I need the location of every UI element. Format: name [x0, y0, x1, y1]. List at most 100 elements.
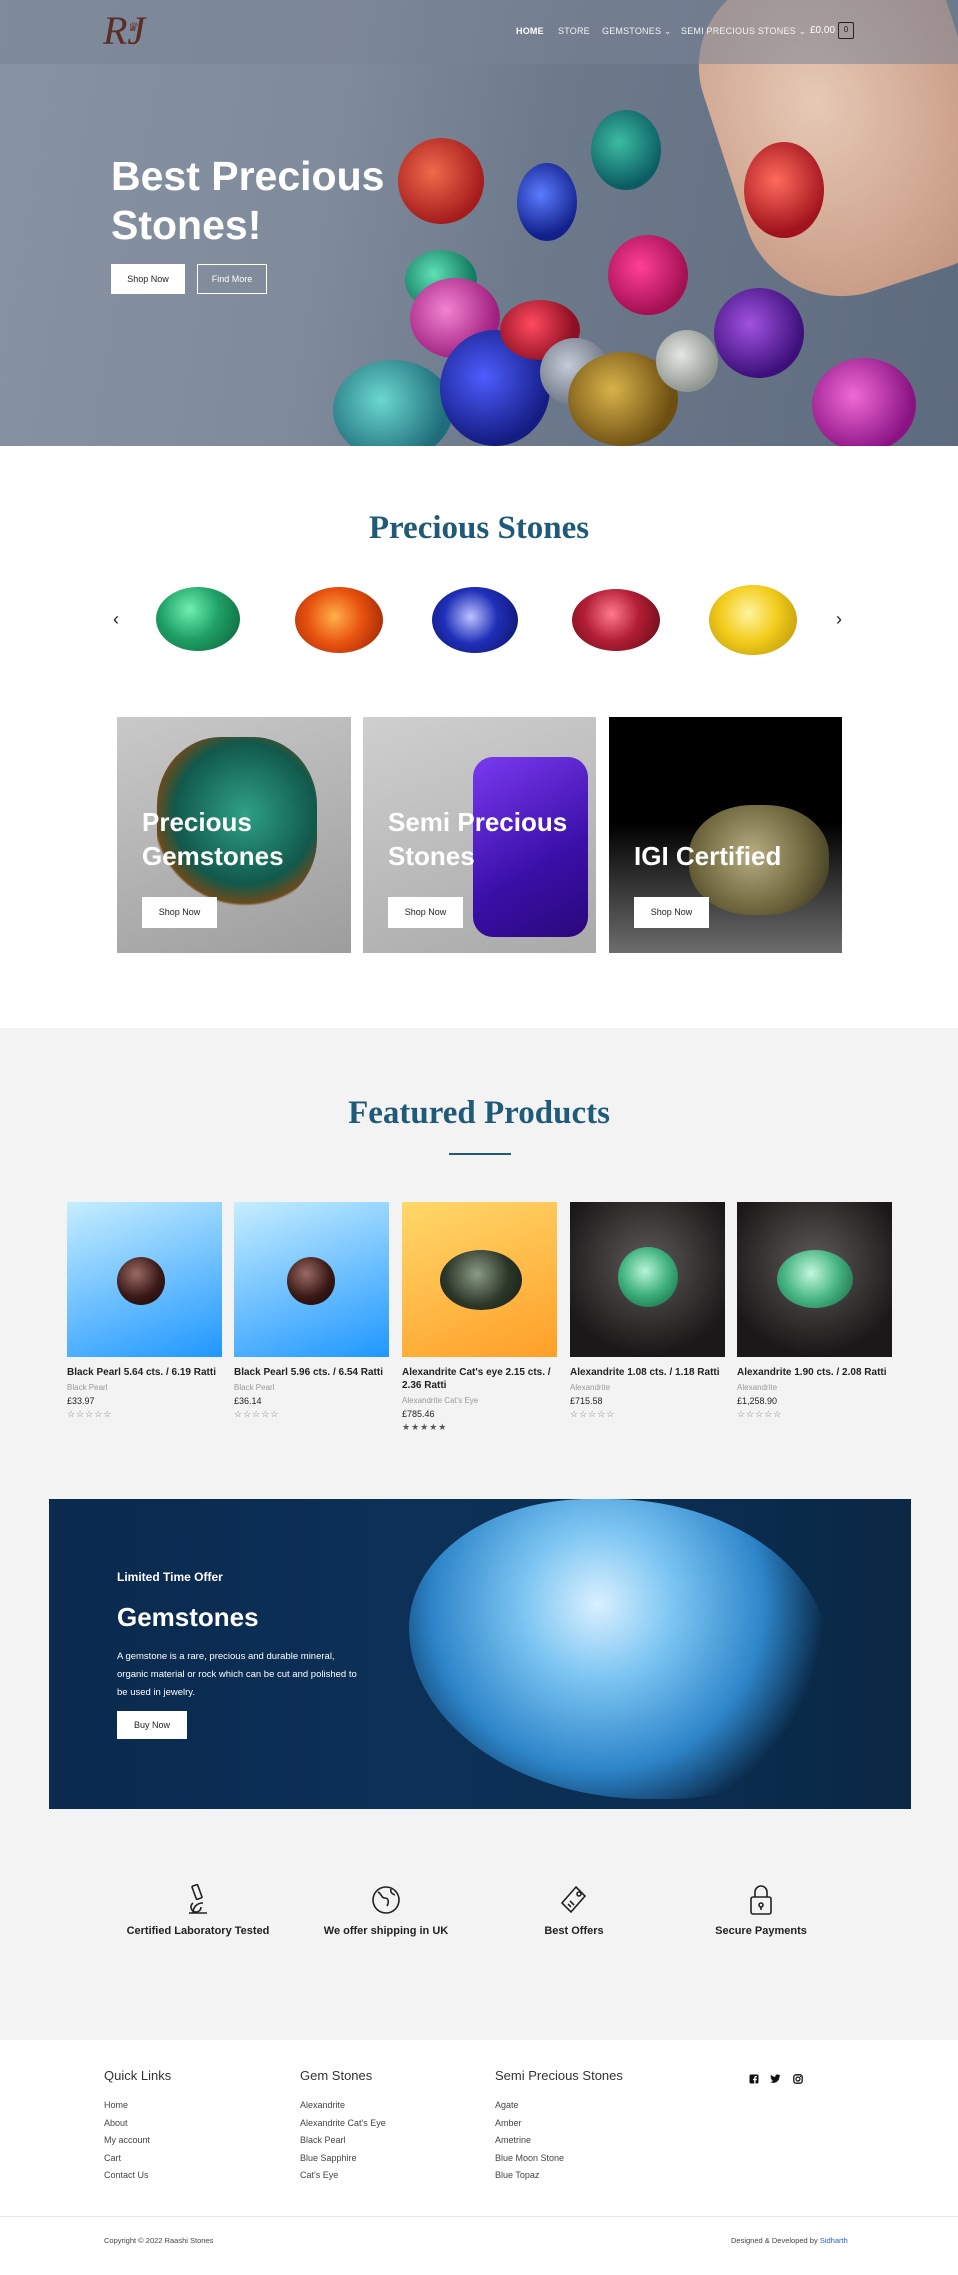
footer-link[interactable]: Black Pearl: [300, 2132, 480, 2150]
credit-link[interactable]: Sidharth: [820, 2236, 848, 2245]
footer-link[interactable]: Blue Moon Stone: [495, 2150, 675, 2168]
chevron-left-icon[interactable]: ‹: [113, 609, 119, 630]
footer-social: [749, 2071, 803, 2089]
logo-text: RJ: [103, 8, 146, 53]
footer-link[interactable]: Contact Us: [104, 2167, 284, 2185]
page: RJ ♛ HOME STORE GEMSTONES ⌄ SEMI PRECIOUS…: [0, 0, 958, 2275]
footer-link[interactable]: Ametrine: [495, 2132, 675, 2150]
product-card[interactable]: Black Pearl 5.96 cts. / 6.54 Ratti Black…: [234, 1202, 389, 1420]
crystal-image: [409, 1499, 829, 1799]
footer-quick-links: Quick Links Home About My account Cart C…: [104, 2068, 284, 2185]
hero-gem-green: [591, 110, 661, 190]
chevron-right-icon[interactable]: ›: [836, 609, 842, 630]
product-category: Black Pearl: [234, 1383, 275, 1392]
footer-divider: [0, 2216, 958, 2217]
footer-heading: Gem Stones: [300, 2068, 373, 2083]
feature-lab-tested: Certified Laboratory Tested: [113, 1883, 283, 1937]
category-card-igi[interactable]: IGI Certified Shop Now: [609, 717, 842, 953]
nav-store[interactable]: STORE: [558, 26, 590, 36]
feature-label: Best Offers: [544, 1925, 604, 1937]
stone-emerald[interactable]: [156, 587, 240, 651]
product-price: £715.58: [570, 1396, 603, 1406]
feature-label: We offer shipping in UK: [323, 1925, 449, 1937]
featured-products-title: Featured Products: [348, 1095, 610, 1131]
product-rating: ★★★★★: [402, 1422, 448, 1432]
footer-link[interactable]: Blue Sapphire: [300, 2150, 480, 2168]
credit-prefix: Designed & Developed by: [731, 2236, 818, 2245]
instagram-icon[interactable]: [793, 2074, 803, 2084]
footer-link[interactable]: Home: [104, 2097, 284, 2115]
chevron-down-icon: ⌄: [663, 26, 672, 36]
footer-gem-stones: Gem Stones Alexandrite Alexandrite Cat's…: [300, 2068, 480, 2185]
product-image[interactable]: [737, 1202, 892, 1357]
product-category: Alexandrite Cat's Eye: [402, 1396, 479, 1405]
lock-icon: [750, 1885, 772, 1915]
product-card[interactable]: Alexandrite 1.90 cts. / 2.08 Ratti Alexa…: [737, 1202, 892, 1420]
product-name[interactable]: Black Pearl 5.96 cts. / 6.54 Ratti: [234, 1366, 389, 1379]
product-name[interactable]: Black Pearl 5.64 cts. / 6.19 Ratti: [67, 1366, 222, 1379]
facebook-icon[interactable]: [749, 2074, 759, 2084]
stone-ruby[interactable]: [572, 589, 660, 651]
site-logo[interactable]: RJ ♛: [103, 6, 147, 56]
product-card[interactable]: Alexandrite Cat's eye 2.15 cts. / 2.36 R…: [402, 1202, 557, 1433]
hero-gem-purple: [714, 288, 804, 378]
stone-yellow-sapphire[interactable]: [709, 585, 797, 655]
hero-gem-clear-2: [656, 330, 718, 392]
product-name[interactable]: Alexandrite 1.08 cts. / 1.18 Ratti: [570, 1366, 725, 1379]
black-pearl-image: [287, 1257, 335, 1305]
footer-link[interactable]: Cart: [104, 2150, 284, 2168]
product-category: Alexandrite: [570, 1383, 611, 1392]
hero-find-more-button[interactable]: Find More: [197, 264, 267, 294]
product-category: Alexandrite: [737, 1383, 778, 1392]
product-rating: ☆☆☆☆☆: [737, 1409, 783, 1419]
stone-orange-sapphire[interactable]: [295, 587, 383, 653]
hero-gem-magenta: [608, 235, 688, 315]
stone-blue-sapphire[interactable]: [432, 587, 518, 653]
twitter-icon[interactable]: [770, 2074, 781, 2084]
footer-link[interactable]: Blue Topaz: [495, 2167, 675, 2185]
footer-heading: Quick Links: [104, 2068, 172, 2083]
crown-icon: ♛: [127, 20, 138, 34]
cart-icon[interactable]: 0: [838, 22, 854, 39]
offer-description: A gemstone is a rare, precious and durab…: [117, 1651, 357, 1698]
nav-gemstones[interactable]: GEMSTONES ⌄: [602, 26, 672, 37]
nav-home[interactable]: HOME: [516, 26, 544, 36]
credit-text: Designed & Developed by Sidharth: [731, 2236, 848, 2245]
product-name[interactable]: Alexandrite Cat's eye 2.15 cts. / 2.36 R…: [402, 1366, 557, 1392]
footer-link[interactable]: Agate: [495, 2097, 675, 2115]
buy-now-button[interactable]: Buy Now: [117, 1711, 187, 1739]
footer-link[interactable]: Cat's Eye: [300, 2167, 480, 2185]
footer-link[interactable]: Alexandrite Cat's Eye: [300, 2115, 480, 2133]
copyright-text: Copyright © 2022 Raashi Stones: [104, 2236, 214, 2245]
alexandrite-image: [777, 1250, 853, 1308]
footer-link[interactable]: My account: [104, 2132, 284, 2150]
product-name[interactable]: Alexandrite 1.90 cts. / 2.08 Ratti: [737, 1366, 892, 1379]
footer-link[interactable]: Alexandrite: [300, 2097, 480, 2115]
product-image[interactable]: [234, 1202, 389, 1357]
product-image[interactable]: [67, 1202, 222, 1357]
offer-label: Limited Time Offer: [117, 1570, 223, 1584]
footer-link[interactable]: About: [104, 2115, 284, 2133]
hero-shop-now-button[interactable]: Shop Now: [111, 264, 185, 294]
feature-shipping: We offer shipping in UK: [301, 1883, 471, 1937]
hero-gem-pink-2: [812, 358, 916, 446]
category-card-semi-precious[interactable]: Semi Precious Stones Shop Now: [363, 717, 596, 953]
globe-icon: [372, 1886, 400, 1914]
footer-heading: Semi Precious Stones: [495, 2068, 623, 2083]
category-shop-now-button[interactable]: Shop Now: [388, 897, 463, 928]
product-image[interactable]: [402, 1202, 557, 1357]
product-card[interactable]: Alexandrite 1.08 cts. / 1.18 Ratti Alexa…: [570, 1202, 725, 1420]
product-category: Black Pearl: [67, 1383, 108, 1392]
nav-semi-precious-label: SEMI PRECIOUS STONES: [681, 26, 796, 36]
category-title: Semi Precious Stones: [388, 807, 568, 871]
category-card-precious[interactable]: Precious Gemstones Shop Now: [117, 717, 351, 953]
cart-amount[interactable]: £0.00: [810, 25, 835, 36]
footer-link[interactable]: Amber: [495, 2115, 675, 2133]
product-image[interactable]: [570, 1202, 725, 1357]
category-shop-now-button[interactable]: Shop Now: [634, 897, 709, 928]
nav-gemstones-label: GEMSTONES: [602, 26, 662, 36]
product-card[interactable]: Black Pearl 5.64 cts. / 6.19 Ratti Black…: [67, 1202, 222, 1420]
category-shop-now-button[interactable]: Shop Now: [142, 897, 217, 928]
nav-semi-precious[interactable]: SEMI PRECIOUS STONES ⌄: [681, 26, 806, 37]
black-pearl-image: [117, 1257, 165, 1305]
